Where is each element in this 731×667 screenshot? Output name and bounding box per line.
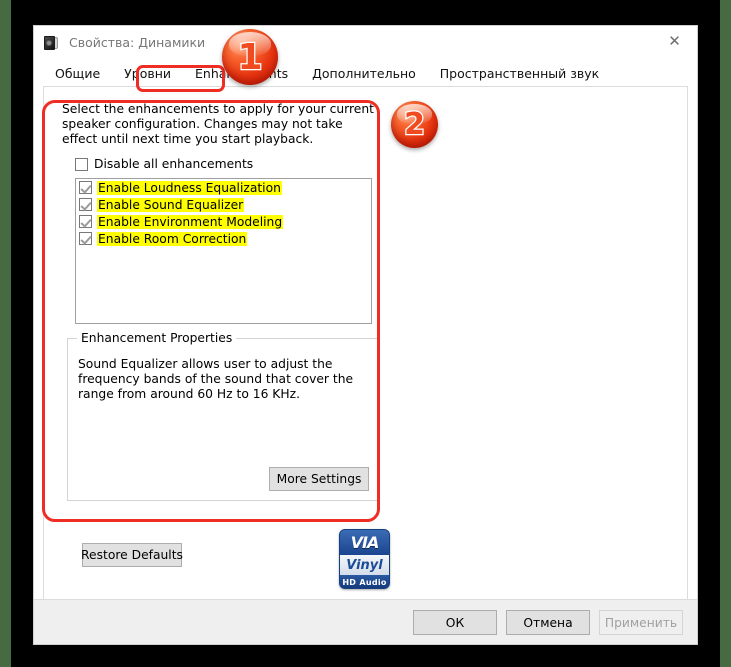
tab-urovni[interactable]: Уровни: [112, 59, 184, 86]
enhancements-panel: Select the enhancements to apply for you…: [54, 95, 392, 589]
disable-all-checkbox[interactable]: [75, 157, 88, 171]
cancel-button[interactable]: Отмена: [506, 610, 590, 635]
checkbox-room-correction[interactable]: [79, 232, 92, 245]
restore-defaults-button[interactable]: Restore Defaults: [81, 543, 183, 567]
list-item[interactable]: Enable Sound Equalizer: [76, 196, 371, 213]
ok-button[interactable]: ОК: [413, 610, 497, 635]
tab-dopolnitelno[interactable]: Дополнительно: [300, 59, 428, 86]
logo-subtitle: HD Audio: [342, 577, 387, 587]
enhancements-listbox[interactable]: Enable Loudness Equalization Enable Soun…: [75, 178, 372, 324]
desktop-background-left: [0, 0, 11, 667]
list-item[interactable]: Enable Environment Modeling: [76, 213, 371, 230]
list-item-label: Enable Loudness Equalization: [97, 180, 282, 195]
tab-enhancements[interactable]: Enhancements: [183, 59, 301, 86]
via-vinyl-hd-audio-logo: VIA Vinyl HD Audio: [339, 529, 390, 589]
dialog-footer: ОК Отмена Применить: [34, 599, 697, 644]
tab-strip: Общие Уровни Enhancements Дополнительно …: [43, 59, 688, 87]
list-item-label: Enable Environment Modeling: [97, 214, 284, 229]
group-title: Enhancement Properties: [77, 331, 237, 345]
title-bar: Свойства: Динамики ✕: [34, 26, 697, 59]
tab-obshie[interactable]: Общие: [43, 59, 113, 86]
group-description: Sound Equalizer allows user to adjust th…: [78, 357, 354, 401]
list-item-label: Enable Room Correction: [97, 231, 248, 246]
speaker-icon: [43, 35, 59, 51]
list-item[interactable]: Enable Room Correction: [76, 230, 371, 247]
tab-page-enhancements: Select the enhancements to apply for you…: [43, 87, 688, 644]
logo-mark: VIA: [350, 533, 380, 552]
close-icon[interactable]: ✕: [652, 26, 697, 57]
speaker-properties-dialog: Свойства: Динамики ✕ Общие Уровни Enhanc…: [33, 25, 698, 645]
desktop-background-right: [720, 0, 731, 667]
checkbox-sound-equalizer[interactable]: [79, 198, 92, 211]
enhancement-properties-group: Enhancement Properties Sound Equalizer a…: [67, 331, 379, 501]
checkbox-loudness-equalization[interactable]: [79, 181, 92, 194]
checkbox-environment-modeling[interactable]: [79, 215, 92, 228]
intro-text: Select the enhancements to apply for you…: [62, 102, 374, 146]
list-item-label: Enable Sound Equalizer: [97, 197, 245, 212]
disable-all-enhancements-row[interactable]: Disable all enhancements: [75, 157, 253, 171]
window-title: Свойства: Динамики: [69, 35, 206, 50]
list-item[interactable]: Enable Loudness Equalization: [76, 179, 371, 196]
logo-name: Vinyl: [346, 557, 383, 573]
more-settings-button[interactable]: More Settings: [269, 467, 369, 491]
disable-all-label: Disable all enhancements: [94, 157, 254, 171]
tab-spatial-sound[interactable]: Пространственный звук: [427, 59, 612, 86]
apply-button: Применить: [599, 610, 683, 635]
dialog-button-row: ОК Отмена Применить: [413, 610, 683, 635]
